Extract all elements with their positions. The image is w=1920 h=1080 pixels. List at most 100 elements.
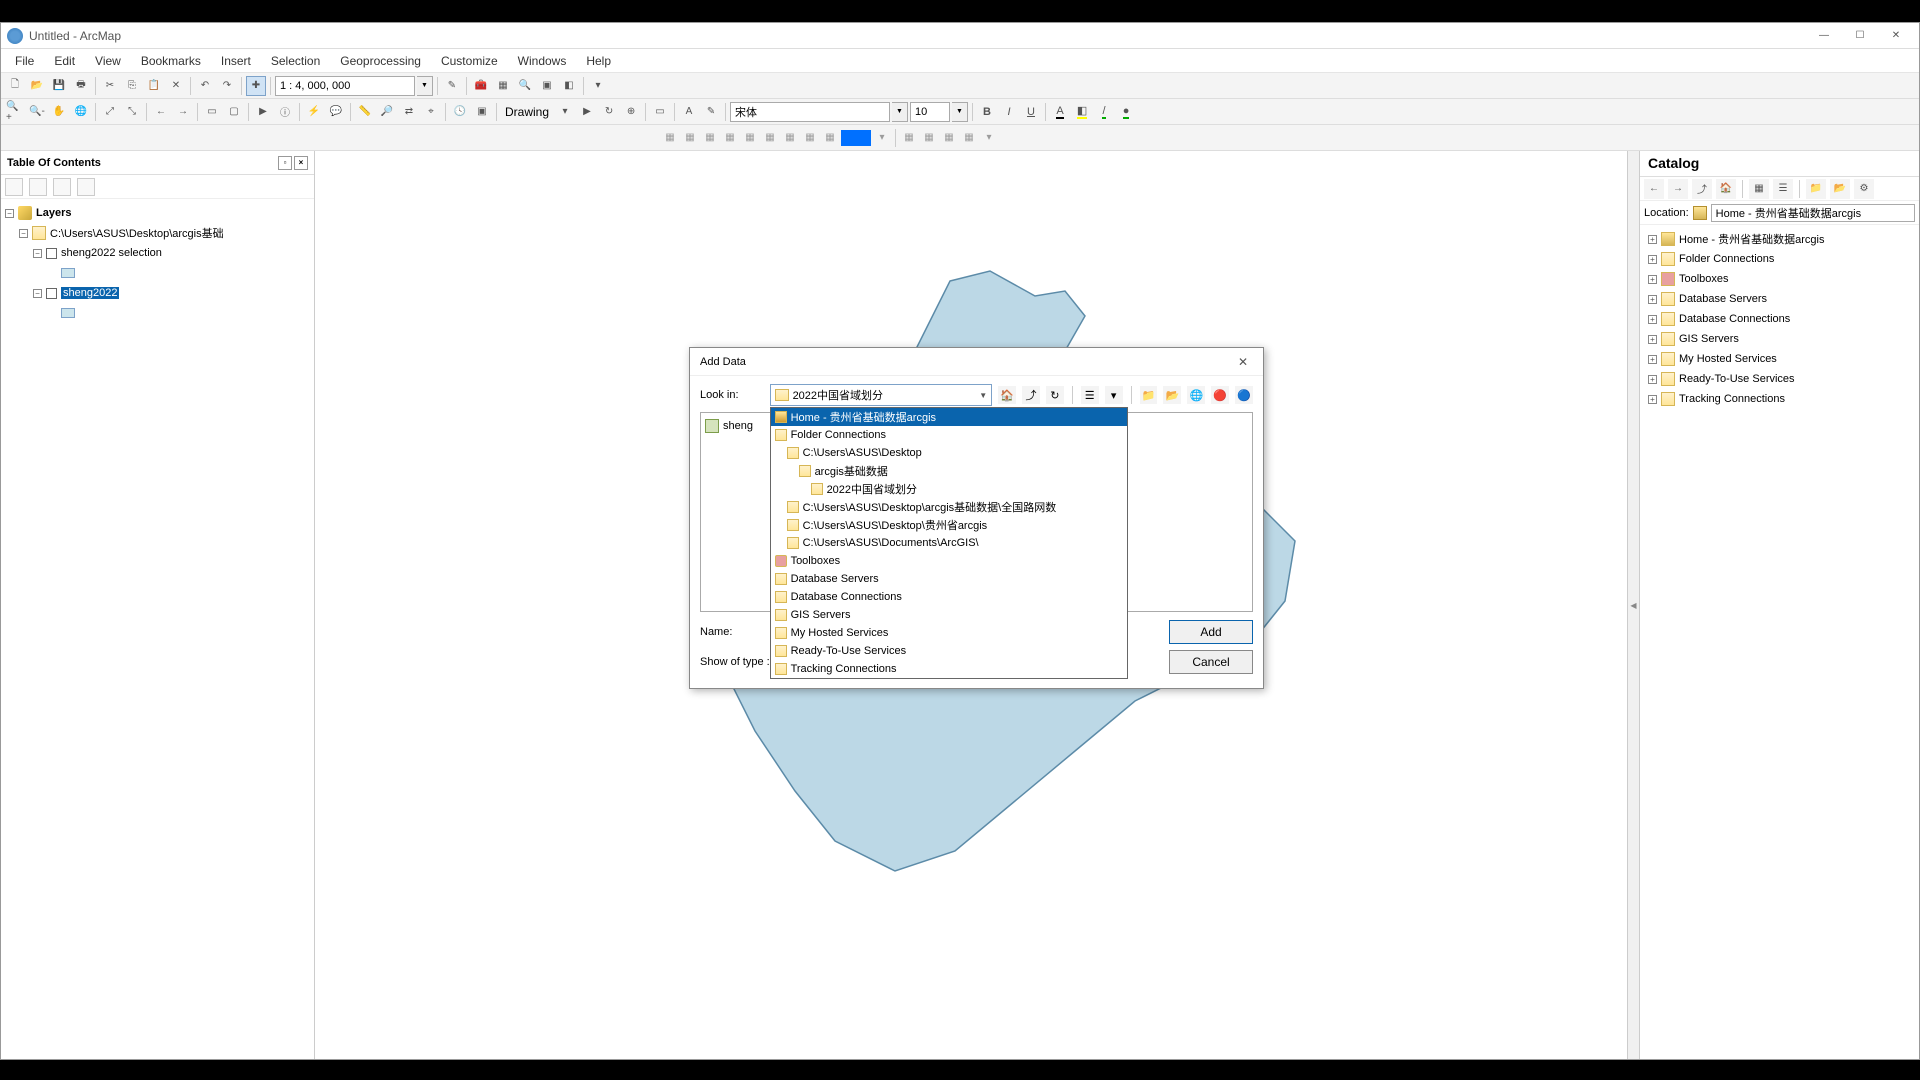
model-builder-icon[interactable]: ◧: [559, 76, 579, 96]
toolbar-options-icon[interactable]: ▾: [588, 76, 608, 96]
full-extent-icon[interactable]: 🌐: [71, 102, 91, 122]
add-data-icon[interactable]: ✚: [246, 76, 266, 96]
zoom-out-icon[interactable]: 🔍-: [27, 102, 47, 122]
catalog-connect-folder-icon[interactable]: 📁: [1806, 179, 1826, 199]
select-features-icon[interactable]: ▭: [202, 102, 222, 122]
html-popup-icon[interactable]: 💬: [326, 102, 346, 122]
cat-item-ready[interactable]: +Ready-To-Use Services: [1644, 369, 1915, 389]
create-viewer-icon[interactable]: ▣: [472, 102, 492, 122]
catalog-window-icon[interactable]: ▦: [493, 76, 513, 96]
cat-item-dbservers[interactable]: +Database Servers: [1644, 289, 1915, 309]
refresh-icon[interactable]: ↻: [1046, 386, 1064, 404]
up-one-level-icon[interactable]: ⤴: [1022, 386, 1040, 404]
catalog-back-icon[interactable]: ←: [1644, 179, 1664, 199]
copy-icon[interactable]: ⎘: [122, 76, 142, 96]
layer1-swatch[interactable]: [61, 268, 75, 278]
cat-item-toolboxes[interactable]: +Toolboxes: [1644, 269, 1915, 289]
cat-toggle[interactable]: +: [1648, 335, 1657, 344]
minimize-button[interactable]: —: [1807, 25, 1841, 47]
cat-item-hosted[interactable]: +My Hosted Services: [1644, 349, 1915, 369]
catalog-toggle-icon[interactable]: ▦: [1749, 179, 1769, 199]
fixed-zoom-out-icon[interactable]: ⤡: [122, 102, 142, 122]
menu-insert[interactable]: Insert: [211, 49, 261, 73]
dropdown-item[interactable]: Ready-To-Use Services: [771, 642, 1127, 660]
cat-item-folders[interactable]: +Folder Connections: [1644, 249, 1915, 269]
dropdown-item[interactable]: C:\Users\ASUS\Desktop\arcgis基础数据\全国路网数: [771, 498, 1127, 516]
toc-layer1[interactable]: sheng2022 selection: [61, 247, 162, 259]
go-to-xy-icon[interactable]: ⌖: [421, 102, 441, 122]
dropdown-item[interactable]: arcgis基础数据: [771, 462, 1127, 480]
forward-extent-icon[interactable]: →: [173, 102, 193, 122]
rectangle-icon[interactable]: ▭: [650, 102, 670, 122]
list-view-icon[interactable]: ☰: [1081, 386, 1099, 404]
toc-list-source-icon[interactable]: [29, 178, 47, 196]
dropdown-item[interactable]: Database Servers: [771, 570, 1127, 588]
find-icon[interactable]: 🔎: [377, 102, 397, 122]
cat-item-dbconn[interactable]: +Database Connections: [1644, 309, 1915, 329]
cat-toggle[interactable]: +: [1648, 275, 1657, 284]
line-color-icon[interactable]: /: [1094, 102, 1114, 122]
add-db-connection-icon[interactable]: 🔴: [1211, 386, 1229, 404]
cat-item-home[interactable]: +Home - 贵州省基础数据arcgis: [1644, 229, 1915, 249]
catalog-home-icon[interactable]: 🏠: [1716, 179, 1736, 199]
dropdown-item[interactable]: Toolboxes: [771, 552, 1127, 570]
rotate-icon[interactable]: ↻: [599, 102, 619, 122]
text-tool-icon[interactable]: A: [679, 102, 699, 122]
measure-icon[interactable]: 📏: [355, 102, 375, 122]
toc-list-visibility-icon[interactable]: [53, 178, 71, 196]
drawing-dropdown-icon[interactable]: ▾: [555, 102, 575, 122]
dropdown-item[interactable]: Folder Connections: [771, 426, 1127, 444]
fill-color-icon[interactable]: ◧: [1072, 102, 1092, 122]
cat-toggle[interactable]: +: [1648, 255, 1657, 264]
close-button[interactable]: ✕: [1879, 25, 1913, 47]
zoom-in-icon[interactable]: 🔍+: [5, 102, 25, 122]
undo-icon[interactable]: ↶: [195, 76, 215, 96]
cat-toggle[interactable]: +: [1648, 315, 1657, 324]
open-file-icon[interactable]: 📂: [27, 76, 47, 96]
python-window-icon[interactable]: ▣: [537, 76, 557, 96]
panel-expand-handle[interactable]: ◀: [1627, 151, 1639, 1059]
scale-input[interactable]: 1 : 4, 000, 000: [275, 76, 415, 96]
cancel-button[interactable]: Cancel: [1169, 650, 1253, 674]
scale-dropdown-button[interactable]: ▼: [417, 76, 433, 96]
catalog-location-input[interactable]: [1711, 204, 1915, 222]
layer2-swatch[interactable]: [61, 308, 75, 318]
toc-group[interactable]: C:\Users\ASUS\Desktop\arcgis基础: [50, 225, 224, 241]
select-elements-icon[interactable]: ▶: [253, 102, 273, 122]
dropdown-item[interactable]: Home - 贵州省基础数据arcgis: [771, 408, 1127, 426]
zoom-to-selected-icon[interactable]: ⊕: [621, 102, 641, 122]
font-name-input[interactable]: 宋体: [730, 102, 890, 122]
add-gis-server-icon[interactable]: 🌐: [1187, 386, 1205, 404]
editor-toolbar-icon[interactable]: ✎: [442, 76, 462, 96]
layer1-checkbox[interactable]: [46, 248, 57, 259]
font-name-dropdown[interactable]: ▼: [892, 102, 908, 122]
cat-toggle[interactable]: +: [1648, 235, 1657, 244]
tree-toggle-layer2[interactable]: −: [33, 289, 42, 298]
identify-icon[interactable]: ⓘ: [275, 102, 295, 122]
underline-icon[interactable]: U: [1021, 102, 1041, 122]
toc-root[interactable]: Layers: [36, 207, 71, 219]
search-window-icon[interactable]: 🔍: [515, 76, 535, 96]
cat-toggle[interactable]: +: [1648, 375, 1657, 384]
go-home-icon[interactable]: 🏠: [998, 386, 1016, 404]
new-file-icon[interactable]: 🗋: [5, 76, 25, 96]
toc-layer2[interactable]: sheng2022: [61, 287, 119, 299]
menu-help[interactable]: Help: [576, 49, 621, 73]
menu-bookmarks[interactable]: Bookmarks: [131, 49, 211, 73]
bold-icon[interactable]: B: [977, 102, 997, 122]
catalog-forward-icon[interactable]: →: [1668, 179, 1688, 199]
menu-edit[interactable]: Edit: [44, 49, 85, 73]
dropdown-item[interactable]: C:\Users\ASUS\Desktop: [771, 444, 1127, 462]
cat-toggle[interactable]: +: [1648, 295, 1657, 304]
add-button[interactable]: Add: [1169, 620, 1253, 644]
menu-view[interactable]: View: [85, 49, 131, 73]
cat-toggle[interactable]: +: [1648, 355, 1657, 364]
dropdown-item[interactable]: Tracking Connections: [771, 660, 1127, 678]
dropdown-item[interactable]: My Hosted Services: [771, 624, 1127, 642]
pan-icon[interactable]: ✋: [49, 102, 69, 122]
dropdown-item[interactable]: C:\Users\ASUS\Documents\ArcGIS\: [771, 534, 1127, 552]
menu-selection[interactable]: Selection: [261, 49, 330, 73]
tree-toggle-layer1[interactable]: −: [33, 249, 42, 258]
toc-pin-button[interactable]: ▫: [278, 156, 292, 170]
font-color-icon[interactable]: A: [1050, 102, 1070, 122]
